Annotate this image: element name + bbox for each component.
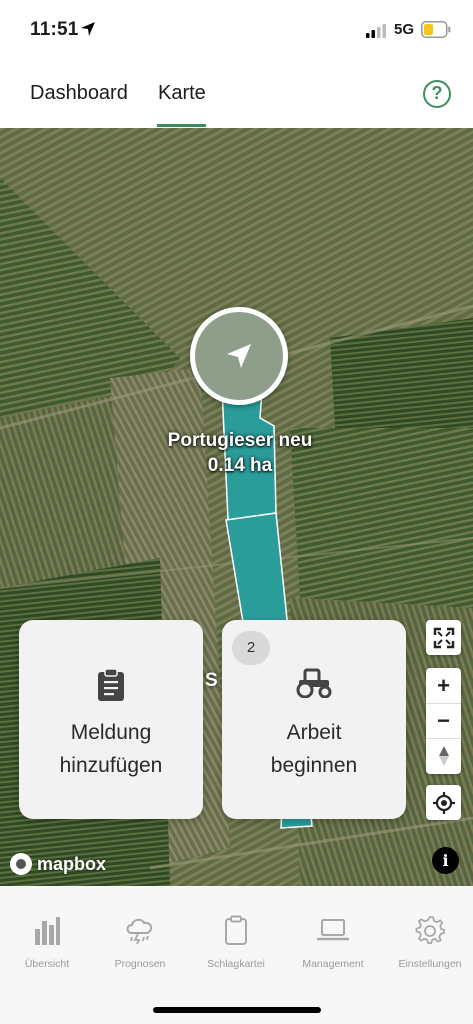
home-indicator: [153, 1007, 321, 1013]
map-view[interactable]: Portugieser neu 0.14 ha S Meldung hinzuf…: [0, 128, 473, 886]
zoom-out-button[interactable]: −: [426, 704, 461, 739]
nav-label-einstellungen: Einstellungen: [398, 958, 462, 970]
field-label-partial: S: [205, 670, 218, 691]
nav-label-management: Management: [302, 958, 364, 970]
field-label: Portugieser neu 0.14 ha: [120, 428, 360, 478]
status-bar: 11:51 5G: [0, 0, 473, 60]
nav-item-prognosen[interactable]: Prognosen: [93, 914, 187, 970]
bar-chart-icon: [0, 914, 94, 946]
fullscreen-button[interactable]: [426, 620, 461, 655]
add-report-label: Meldung hinzufügen: [19, 716, 203, 782]
top-tab-bar: Dashboard Karte ?: [0, 60, 473, 128]
start-work-card[interactable]: 2 Arbeit beginnen: [222, 620, 406, 819]
start-work-line1: Arbeit: [286, 721, 342, 744]
fullscreen-icon: [433, 627, 454, 648]
map-info-button[interactable]: i: [432, 847, 459, 874]
locate-button[interactable]: [426, 785, 461, 820]
bottom-navigation: Übersicht Prognosen Schlagkartei Managem…: [0, 886, 473, 1024]
field-name: Portugieser neu: [167, 430, 313, 451]
status-time: 11:51: [30, 19, 79, 40]
help-button[interactable]: ?: [423, 80, 451, 108]
mapbox-logo-icon: [10, 853, 32, 875]
compass-icon: [438, 746, 449, 766]
field-area: 0.14 ha: [207, 455, 273, 476]
start-work-line2: beginnen: [270, 754, 358, 777]
tab-dashboard[interactable]: Dashboard: [30, 82, 128, 105]
nav-item-schlagkartei[interactable]: Schlagkartei: [189, 914, 283, 970]
locate-icon: [432, 791, 455, 814]
nav-item-management[interactable]: Management: [286, 914, 380, 970]
mapbox-logo[interactable]: mapbox: [10, 852, 106, 876]
zoom-control: + −: [426, 668, 461, 774]
clipboard-icon: [189, 914, 283, 946]
work-count-badge: 2: [232, 631, 270, 665]
navigation-marker: [190, 307, 288, 405]
nav-item-uebersicht[interactable]: Übersicht: [0, 914, 94, 970]
add-report-card[interactable]: Meldung hinzufügen: [19, 620, 203, 819]
compass-button[interactable]: [426, 739, 461, 774]
network-type: 5G: [394, 21, 415, 38]
gear-icon: [383, 914, 473, 946]
battery-icon: [421, 21, 451, 38]
nav-item-einstellungen[interactable]: Einstellungen: [383, 914, 473, 970]
start-work-label: Arbeit beginnen: [222, 716, 406, 782]
tractor-icon: [222, 668, 406, 704]
laptop-icon: [286, 914, 380, 946]
mapbox-logo-text: mapbox: [37, 853, 107, 874]
storm-cloud-icon: [93, 914, 187, 946]
clipboard-icon: [19, 668, 203, 704]
tab-karte[interactable]: Karte: [158, 82, 206, 105]
nav-label-schlagkartei: Schlagkartei: [207, 958, 265, 970]
zoom-in-button[interactable]: +: [426, 669, 461, 704]
navigation-arrow-icon: [227, 344, 251, 368]
location-arrow-icon: [81, 22, 95, 36]
add-report-line1: Meldung: [70, 721, 152, 744]
nav-label-uebersicht: Übersicht: [24, 958, 70, 970]
add-report-line2: hinzufügen: [59, 754, 163, 777]
active-tab-indicator: [157, 124, 206, 127]
nav-label-prognosen: Prognosen: [114, 958, 166, 970]
signal-icon: [366, 24, 386, 38]
